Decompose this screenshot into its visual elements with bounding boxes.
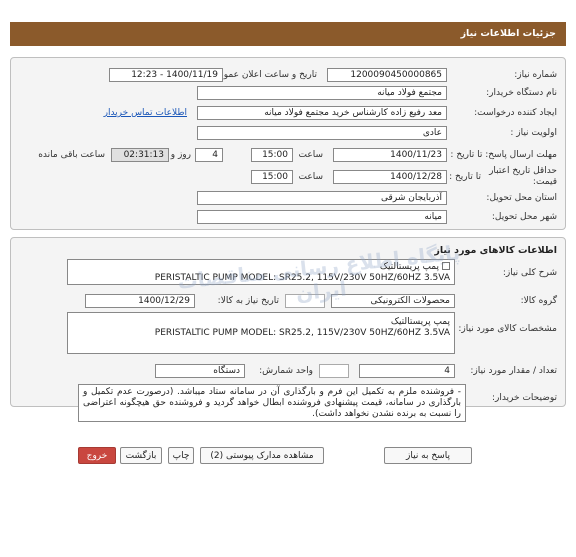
buyer-contact-link[interactable]: اطلاعات تماس خریدار — [104, 108, 187, 118]
spec-field: پمپ پریستالتیک PERISTALTIC PUMP MODEL: S… — [67, 312, 455, 354]
qty-spacer-field — [319, 364, 349, 378]
spec-line1: پمپ پریستالتیک — [390, 317, 450, 327]
buyer-notes-field: - فروشنده ملزم به تکمیل این فرم و بارگذا… — [78, 384, 466, 422]
days-field: 4 — [195, 148, 223, 162]
qty-label: تعداد / مقدار مورد نیاز: — [470, 366, 557, 376]
validity-date-field: 1400/12/28 — [333, 170, 447, 184]
buyer-org-field: مجتمع فولاد میانه — [197, 86, 447, 100]
request-info-panel: شماره نیاز: 1200090450000865 تاریخ و ساع… — [10, 57, 566, 230]
back-button[interactable]: بازگشت — [120, 447, 162, 464]
deadline-label: مهلت ارسال پاسخ: تا تاریخ : — [450, 150, 557, 160]
qty-field: 4 — [359, 364, 455, 378]
validity-to-label: تا تاریخ : — [449, 172, 481, 182]
attachments-button[interactable]: مشاهده مدارک پیوستی (2) — [200, 447, 324, 464]
priority-field: عادی — [197, 126, 447, 140]
validity-label: حداقل تاریخ اعتبار قیمت: — [489, 166, 557, 187]
province-field: آذربایجان شرقی — [197, 191, 447, 205]
request-number-label: شماره نیاز: — [514, 70, 557, 80]
validity-time-label: ساعت — [298, 172, 324, 182]
spec-label: مشخصات کالای مورد نیاز: — [458, 324, 557, 334]
announce-field: 1400/11/19 - 12:23 — [109, 68, 223, 82]
desc-label: شرح کلی نیاز: — [502, 268, 557, 278]
print-button[interactable]: چاپ — [168, 447, 194, 464]
deadline-date-field: 1400/11/23 — [333, 148, 447, 162]
reply-button[interactable]: پاسخ به نیاز — [384, 447, 472, 464]
buyer-org-label: نام دستگاه خریدار: — [486, 88, 557, 98]
creator-label: ایجاد کننده درخواست: — [474, 108, 557, 118]
deadline-time-field: 15:00 — [251, 148, 293, 162]
unit-field: دستگاه — [155, 364, 245, 378]
exit-button[interactable]: خروج — [78, 447, 116, 464]
page-header: جزئیات اطلاعات نیاز — [10, 22, 566, 46]
days-label: روز و — [170, 150, 191, 160]
deadline-time-label: ساعت — [298, 150, 324, 160]
priority-label: اولویت نیاز : — [510, 128, 557, 138]
spec-line2: PERISTALTIC PUMP MODEL: SR25.2, 115V/230… — [154, 328, 450, 338]
remaining-label: ساعت باقی مانده — [38, 150, 105, 160]
creator-field: معد رفیع زاده کارشناس خرید مجتمع فولاد م… — [197, 106, 447, 120]
remaining-time-field: 02:31:13 — [111, 148, 169, 162]
validity-time-field: 15:00 — [251, 170, 293, 184]
page-title: جزئیات اطلاعات نیاز — [460, 28, 556, 39]
group-label: گروه کالا: — [520, 296, 557, 306]
notes-label: توضیحات خریدار: — [491, 393, 557, 403]
province-label: استان محل تحویل: — [486, 193, 557, 203]
city-field: میانه — [197, 210, 447, 224]
request-number-field: 1200090450000865 — [327, 68, 447, 82]
unit-label: واحد شمارش: — [259, 366, 313, 376]
announce-label: تاریخ و ساعت اعلان عمومی: — [208, 70, 317, 80]
city-label: شهر محل تحویل: — [491, 212, 557, 222]
